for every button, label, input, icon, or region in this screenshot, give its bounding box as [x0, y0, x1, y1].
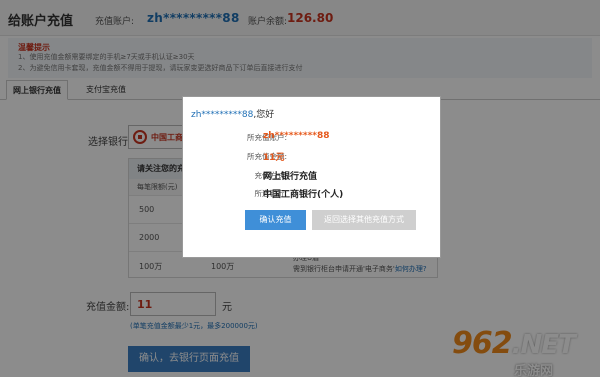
- dialog-row-method: 充值方式: 网上银行充值: [254, 171, 318, 182]
- dialog-title-user: zh*********88: [191, 110, 254, 120]
- confirm-dialog: zh*********88,您好 所充值账户: zh*********88 所充…: [182, 96, 441, 258]
- dialog-title: zh*********88,您好: [191, 107, 274, 120]
- confirm-recharge-button[interactable]: 确认充值: [245, 210, 306, 230]
- dialog-row-bank: 所选银行: 中国工商银行(个人): [254, 189, 344, 200]
- dialog-row-account: 所充值账户: zh*********88: [246, 131, 330, 142]
- dialog-row-amount: 所充值金额: 11元: [246, 152, 287, 163]
- back-to-methods-button[interactable]: 返回选择其他充值方式: [312, 210, 416, 230]
- dialog-title-greeting: ,您好: [253, 110, 275, 120]
